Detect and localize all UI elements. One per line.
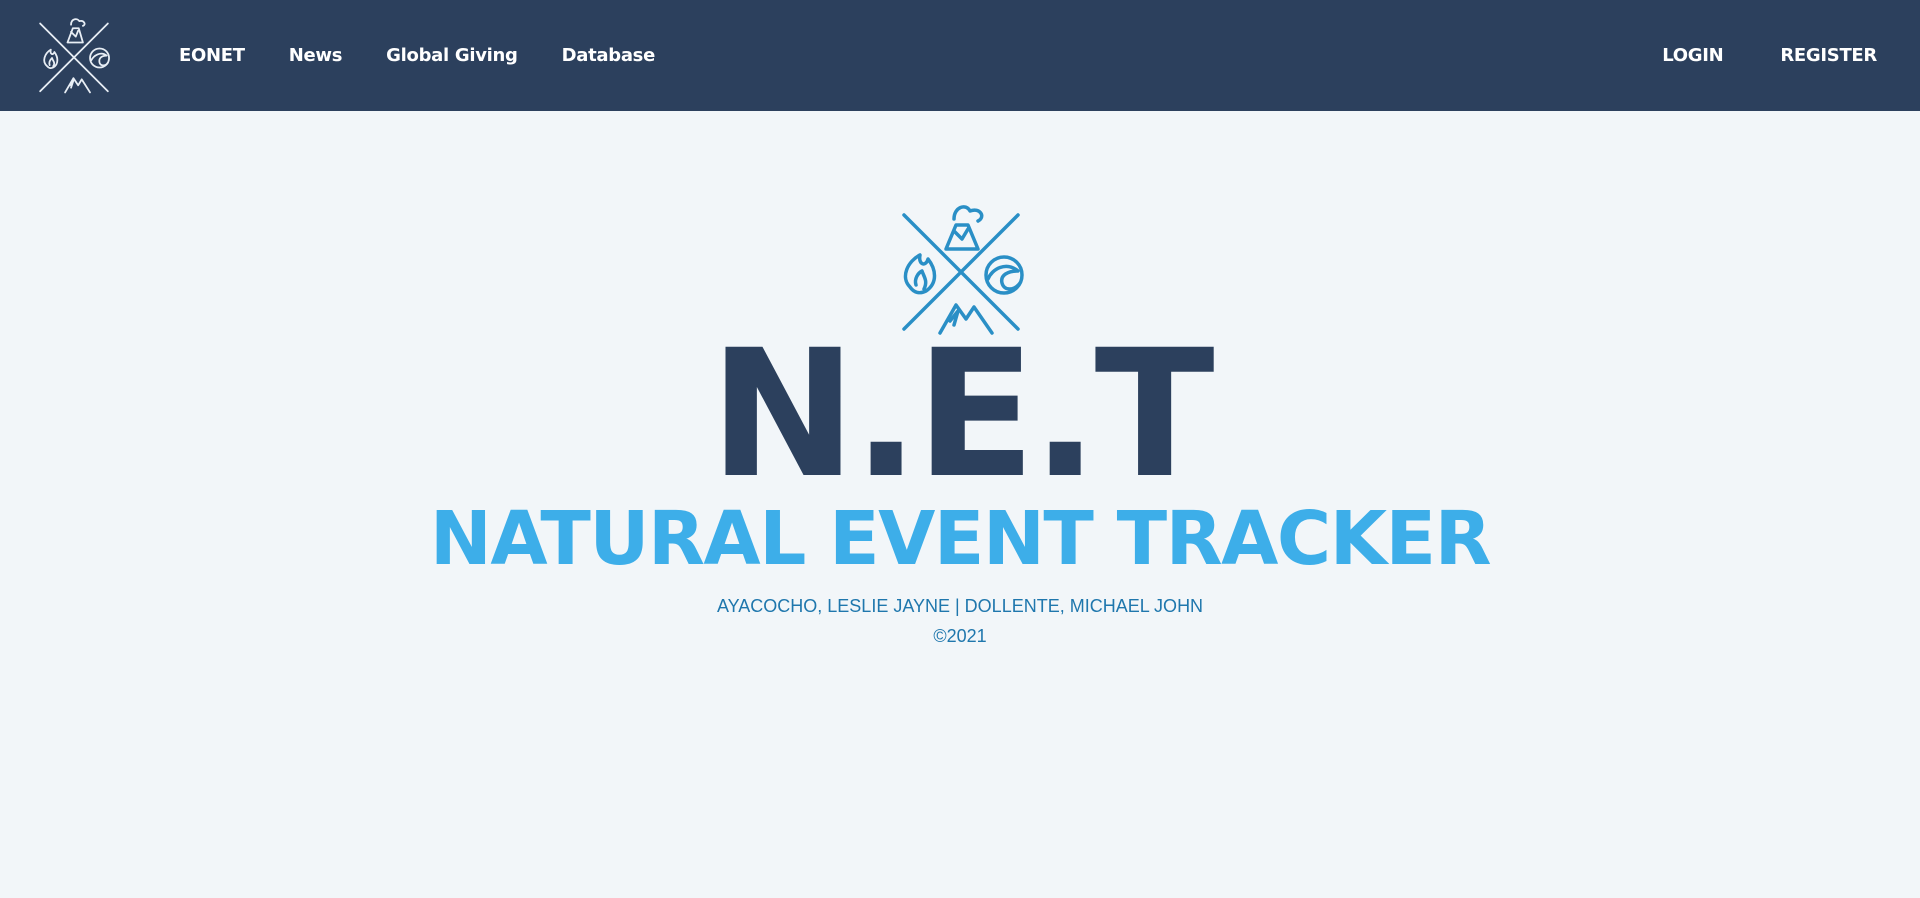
login-link[interactable]: LOGIN xyxy=(1662,45,1723,66)
site-abbreviation: N.E.T xyxy=(709,312,1214,517)
authors-credit: AYACOCHO, LESLIE JAYNE | DOLLENTE, MICHA… xyxy=(716,596,1204,616)
nav-link-eonet[interactable]: EONET xyxy=(179,45,245,66)
auth-nav: LOGIN REGISTER xyxy=(1605,0,1877,111)
main-nav: EONET News Global Giving Database xyxy=(179,0,699,111)
nav-link-news[interactable]: News xyxy=(289,45,343,66)
nav-link-global-giving[interactable]: Global Giving xyxy=(386,45,518,66)
hero-section: N.E.T NATURAL EVENT TRACKER AYACOCHO, LE… xyxy=(0,111,1920,898)
nav-link-database[interactable]: Database xyxy=(562,45,656,66)
site-title: NATURAL EVENT TRACKER xyxy=(429,496,1492,582)
copyright-text: ©2021 xyxy=(933,626,987,646)
site-logo-icon[interactable] xyxy=(34,14,114,96)
top-navbar: EONET News Global Giving Database LOGIN … xyxy=(0,0,1920,111)
register-link[interactable]: REGISTER xyxy=(1780,45,1877,66)
